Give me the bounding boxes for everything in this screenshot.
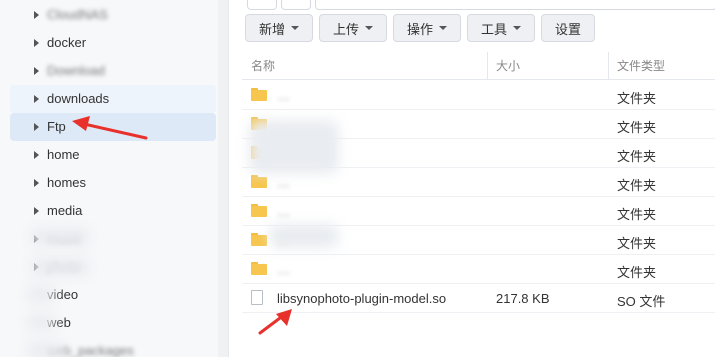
column-header-type[interactable]: 文件类型	[617, 52, 665, 80]
folder-tree-panel: CloudNAS docker Download downloads Ftp h…	[0, 0, 229, 357]
chevron-down-icon	[513, 26, 521, 30]
action-button[interactable]: 操作	[393, 14, 461, 42]
tools-button[interactable]: 工具	[467, 14, 535, 42]
tree-item-cloudnas[interactable]: CloudNAS	[10, 1, 216, 29]
column-divider[interactable]	[487, 52, 488, 80]
tree-item-ftp[interactable]: Ftp	[10, 113, 216, 141]
tree-item-homes[interactable]: homes	[10, 169, 216, 197]
file-type: SO 文件	[617, 294, 666, 309]
tree-item-label: media	[47, 203, 83, 218]
file-type: 文件夹	[617, 149, 657, 164]
tree-item-download[interactable]: Download	[10, 57, 216, 85]
tree-item-label: docker	[47, 35, 87, 50]
folder-icon	[251, 88, 267, 101]
folder-icon	[251, 233, 267, 246]
expand-arrow-icon[interactable]	[34, 39, 39, 47]
expand-arrow-icon[interactable]	[34, 11, 39, 19]
tree-item-label: home	[47, 147, 80, 162]
file-name: …	[277, 88, 290, 103]
chevron-down-icon	[439, 26, 447, 30]
new-button[interactable]: 新增	[245, 14, 313, 42]
tree-item-home[interactable]: home	[10, 141, 216, 169]
redaction-smudge	[249, 120, 339, 174]
redaction-smudge	[30, 228, 90, 246]
tree-item-docker[interactable]: docker	[10, 29, 216, 57]
expand-arrow-icon[interactable]	[34, 151, 39, 159]
file-type: 文件夹	[617, 178, 657, 193]
redaction-smudge	[26, 286, 56, 302]
folder-icon	[251, 204, 267, 217]
column-divider[interactable]	[608, 52, 609, 80]
tree-item-media[interactable]: media	[10, 197, 216, 225]
chevron-down-icon	[291, 26, 299, 30]
file-name: …	[277, 262, 290, 277]
action-button-label: 操作	[406, 21, 433, 37]
file-icon	[251, 290, 263, 305]
file-type: 文件夹	[617, 120, 657, 135]
file-row[interactable]: … 文件夹	[242, 197, 715, 226]
path-bar[interactable]	[315, 0, 715, 10]
expand-arrow-icon[interactable]	[34, 67, 39, 75]
tree-item-label: Ftp	[47, 119, 66, 134]
file-list-pane: 新增 上传 操作 工具 设置 名称 大小 文件类型 … 文件夹 … 文件夹 … …	[229, 0, 715, 357]
file-type: 文件夹	[617, 236, 657, 251]
tree-item-label: CloudNAS	[47, 7, 108, 22]
upload-button-label: 上传	[332, 21, 359, 37]
file-row[interactable]: … 文件夹	[242, 81, 715, 110]
file-type: 文件夹	[617, 265, 657, 280]
file-name: …	[277, 204, 290, 219]
tree-item-label: Download	[47, 63, 105, 78]
back-button[interactable]	[247, 0, 277, 10]
file-type: 文件夹	[617, 91, 657, 106]
tree-scrollbar[interactable]	[218, 0, 228, 357]
folder-icon	[251, 262, 267, 275]
redaction-smudge	[269, 224, 339, 248]
tools-button-label: 工具	[480, 21, 507, 37]
file-row[interactable]: … 文件夹	[242, 255, 715, 284]
expand-arrow-icon[interactable]	[34, 207, 39, 215]
tree-item-downloads[interactable]: downloads	[10, 85, 216, 113]
column-header-name[interactable]: 名称	[251, 52, 275, 80]
tree-item-label: downloads	[47, 91, 110, 106]
chevron-down-icon	[365, 26, 373, 30]
tree-item-label: homes	[47, 175, 87, 190]
new-button-label: 新增	[258, 21, 285, 37]
file-size: 217.8 KB	[496, 291, 550, 306]
expand-arrow-icon[interactable]	[34, 179, 39, 187]
file-name: …	[277, 175, 290, 190]
settings-button[interactable]: 设置	[541, 14, 595, 42]
settings-button-label: 设置	[554, 21, 581, 37]
file-row[interactable]: libsynophoto-plugin-model.so 217.8 KB SO…	[242, 284, 715, 313]
redaction-smudge	[26, 342, 66, 357]
expand-arrow-icon[interactable]	[34, 123, 39, 131]
folder-icon	[251, 175, 267, 188]
redaction-smudge	[26, 314, 56, 330]
upload-button[interactable]: 上传	[319, 14, 387, 42]
forward-button[interactable]	[281, 0, 311, 10]
file-name: libsynophoto-plugin-model.so	[277, 291, 447, 306]
column-header-size[interactable]: 大小	[496, 52, 520, 80]
redaction-smudge	[30, 258, 90, 276]
file-type: 文件夹	[617, 207, 657, 222]
expand-arrow-icon[interactable]	[34, 95, 39, 103]
